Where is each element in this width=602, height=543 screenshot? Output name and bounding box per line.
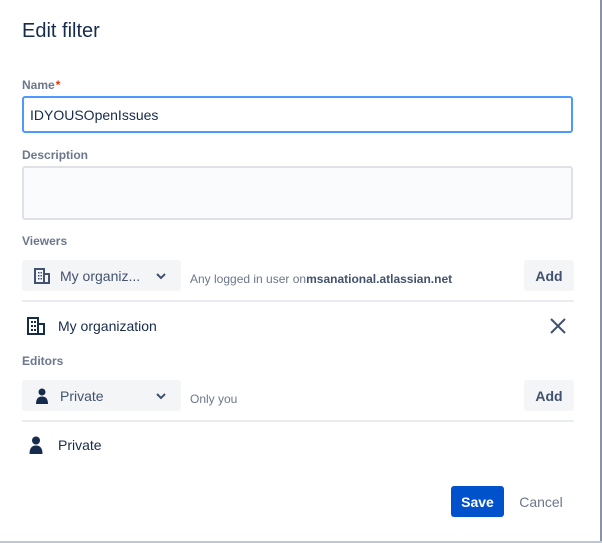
chevron-down-icon <box>155 270 167 282</box>
name-label-text: Name <box>22 78 55 92</box>
viewers-select-value: My organiz... <box>60 267 141 284</box>
editors-select[interactable]: Private <box>22 380 181 411</box>
viewers-hint: Any logged in user onmsanational.atlassi… <box>190 272 452 286</box>
editor-entry: Private <box>26 435 102 455</box>
editors-label: Editors <box>22 354 64 368</box>
editors-hint: Only you <box>190 392 238 406</box>
add-viewer-button[interactable]: Add <box>524 260 574 291</box>
save-button[interactable]: Save <box>451 486 504 517</box>
description-input[interactable] <box>22 166 573 220</box>
add-editor-button[interactable]: Add <box>524 380 574 411</box>
required-mark: * <box>55 78 61 92</box>
name-label: Name* <box>22 78 60 92</box>
editors-select-value: Private <box>60 387 104 404</box>
person-icon <box>34 388 50 404</box>
dialog-title: Edit filter <box>22 20 100 42</box>
chevron-down-icon <box>155 390 167 402</box>
viewers-label: Viewers <box>22 234 68 248</box>
building-icon <box>34 267 50 284</box>
viewers-select[interactable]: My organiz... <box>22 260 181 291</box>
editor-entry-label: Private <box>58 437 102 453</box>
cancel-button[interactable]: Cancel <box>512 486 570 517</box>
name-input[interactable] <box>22 96 573 133</box>
description-label: Description <box>22 148 89 162</box>
building-icon <box>26 316 46 336</box>
divider <box>22 300 574 302</box>
edit-filter-dialog: Edit filter Name* Description Viewers My… <box>0 0 602 543</box>
divider <box>22 420 574 422</box>
viewers-hint-prefix: Any logged in user on <box>190 272 307 286</box>
person-icon <box>26 435 46 455</box>
close-icon[interactable] <box>549 317 567 335</box>
viewers-hint-domain: msanational.atlassian.net <box>306 272 453 286</box>
viewer-entry: My organization <box>26 316 157 336</box>
viewer-entry-label: My organization <box>58 318 157 334</box>
